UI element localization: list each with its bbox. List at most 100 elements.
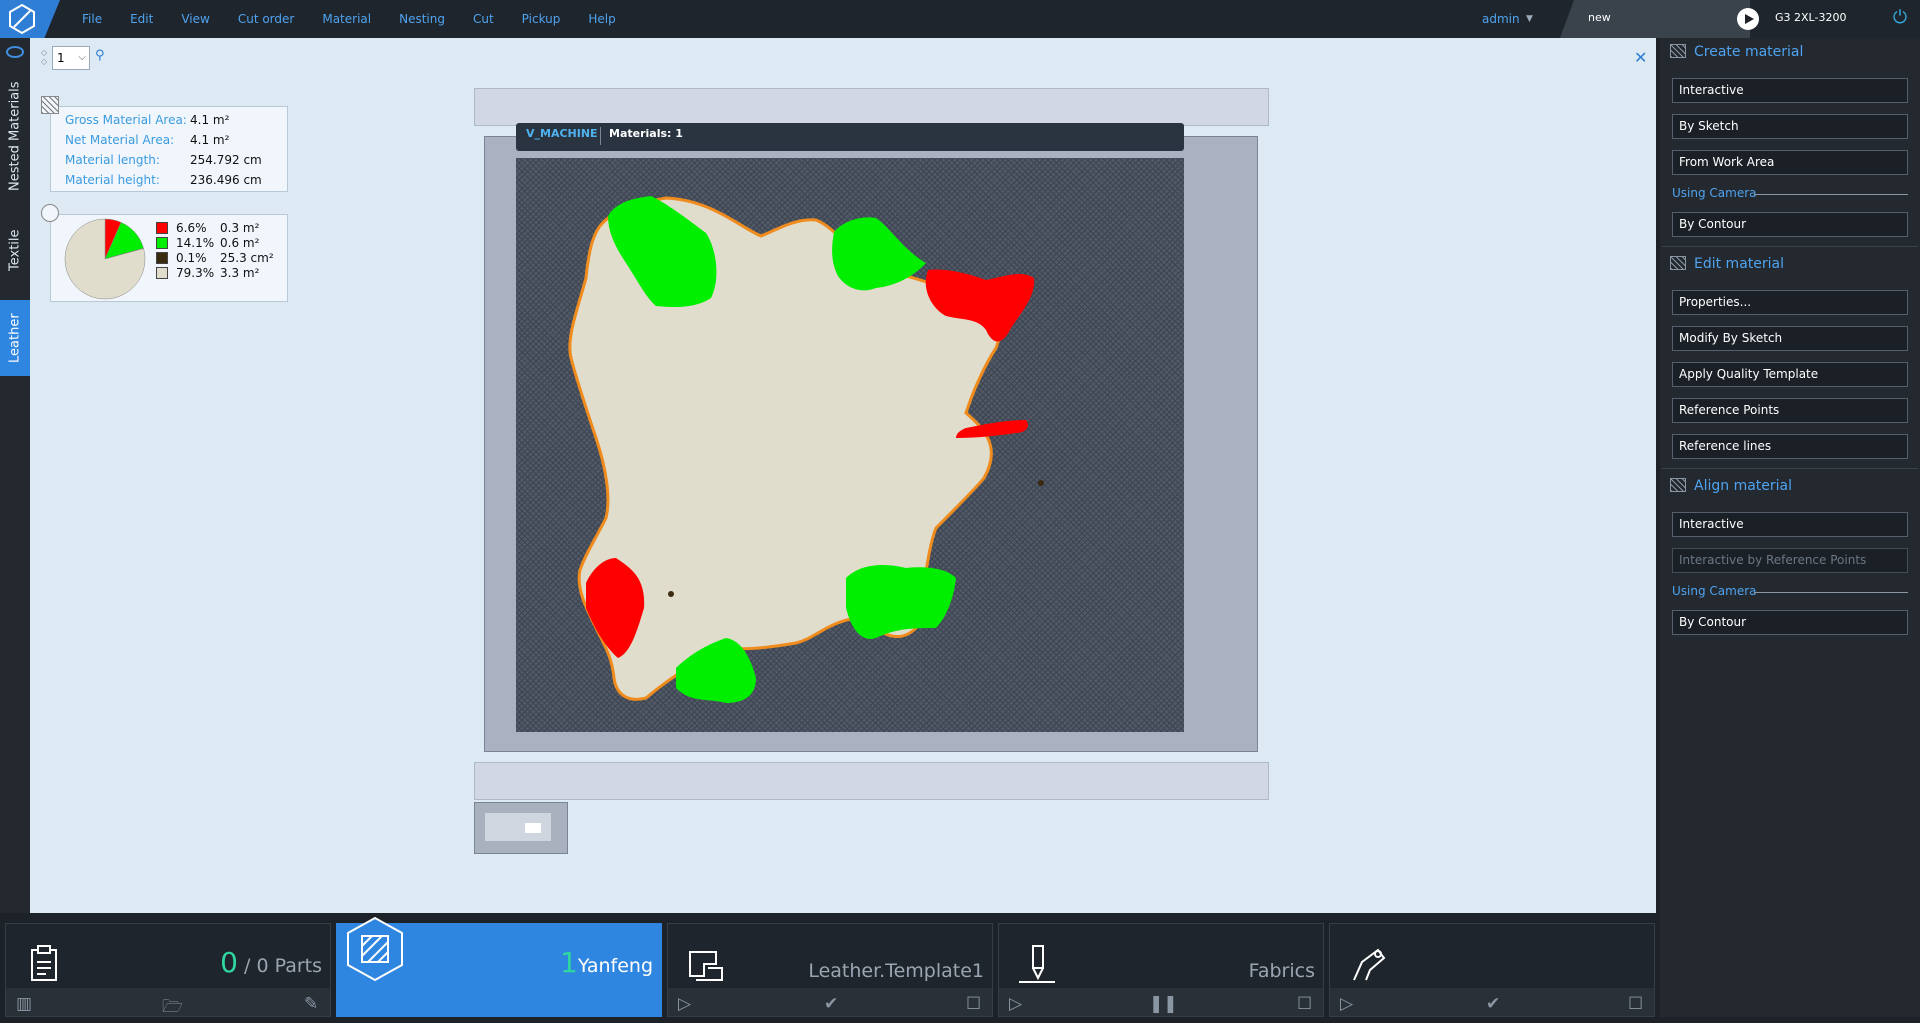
- create-from-work-area-button[interactable]: From Work Area: [1672, 150, 1908, 175]
- align-interactive-button[interactable]: Interactive: [1672, 512, 1908, 537]
- close-icon[interactable]: ✕: [1634, 48, 1647, 67]
- pickup-card[interactable]: ▷ ✔ ☐: [1329, 923, 1655, 1017]
- legend-row: 0.1% 25.3 cm²: [156, 251, 274, 265]
- defect-mark: [668, 591, 674, 597]
- reference-points-button[interactable]: Reference Points: [1672, 398, 1908, 423]
- nesting-template-icon: [689, 951, 723, 981]
- align-camera-section: Using Camera: [1672, 584, 1908, 598]
- create-material-header[interactable]: Create material: [1670, 44, 1803, 60]
- menu-material[interactable]: Material: [322, 12, 371, 26]
- material-info-panel: Gross Material Area: 4.1 m² Net Material …: [50, 106, 288, 192]
- spinner-arrows-icon[interactable]: ◇ ◇: [41, 48, 47, 66]
- clipboard-icon: [31, 945, 57, 981]
- overview-thumbnail[interactable]: [474, 802, 568, 854]
- tab-nested-materials[interactable]: Nested Materials: [0, 76, 30, 196]
- material-index-select[interactable]: 1 ⌵: [52, 46, 90, 70]
- menu-file[interactable]: File: [82, 12, 102, 26]
- barcode-icon[interactable]: ▥: [16, 994, 32, 1014]
- play-icon[interactable]: ▷: [678, 994, 691, 1014]
- material-card[interactable]: 1Yanfeng: [336, 916, 662, 1017]
- menu-help[interactable]: Help: [588, 12, 615, 26]
- material-hex-icon: [347, 916, 403, 982]
- parts-card[interactable]: 0 / 0 Parts ▥ 🗁 ✎: [5, 923, 331, 1017]
- menu-edit[interactable]: Edit: [130, 12, 153, 26]
- cut-actions: ▷ ❚❚ ☐: [999, 988, 1323, 1016]
- divider: [1754, 592, 1908, 593]
- left-tab-bar: Nested Materials Textile Leather: [0, 38, 30, 913]
- edit-material-header[interactable]: Edit material: [1670, 256, 1784, 272]
- tab-textile[interactable]: Textile: [0, 204, 30, 296]
- nesting-actions: ▷ ✔ ☐: [668, 988, 992, 1016]
- material-actions: [337, 988, 661, 1016]
- stop-icon[interactable]: ☐: [966, 994, 981, 1014]
- eye-icon[interactable]: [6, 46, 24, 58]
- legend-row: 79.3% 3.3 m²: [156, 266, 259, 280]
- defect-mark: [1038, 480, 1044, 486]
- top-feed-bar: [474, 88, 1269, 126]
- align-by-reference-points-button[interactable]: Interactive by Reference Points: [1672, 548, 1908, 573]
- legend-swatch: [156, 267, 168, 279]
- machine-name: G3 2XL-3200: [1775, 11, 1847, 24]
- cut-card[interactable]: Fabrics ▷ ❚❚ ☐: [998, 923, 1324, 1017]
- info-row-length: Material length: 254.792 cm: [65, 153, 262, 167]
- pause-icon[interactable]: ❚❚: [1149, 994, 1178, 1014]
- menu-nesting[interactable]: Nesting: [399, 12, 445, 26]
- user-menu[interactable]: admin: [1482, 12, 1520, 26]
- apply-quality-template-button[interactable]: Apply Quality Template: [1672, 362, 1908, 387]
- right-panel: Create material Interactive By Sketch Fr…: [1660, 38, 1920, 1017]
- hatch-icon[interactable]: [41, 96, 59, 114]
- work-area-header: V_MACHINE Materials: 1: [516, 123, 1184, 151]
- play-icon[interactable]: ▷: [1009, 994, 1022, 1014]
- cutter-icon: [1019, 945, 1055, 983]
- wand-icon[interactable]: ✎: [304, 994, 318, 1014]
- stop-icon[interactable]: ☐: [1297, 994, 1312, 1014]
- work-area[interactable]: [516, 158, 1184, 732]
- machine-label: V_MACHINE: [526, 127, 598, 140]
- stop-icon[interactable]: ☐: [1628, 994, 1643, 1014]
- create-camera-section: Using Camera: [1672, 186, 1908, 200]
- fabrics-name: Fabrics: [1248, 960, 1315, 982]
- create-interactive-button[interactable]: Interactive: [1672, 78, 1908, 103]
- parts-summary: 0 / 0 Parts: [220, 946, 322, 979]
- legend-swatch: [156, 252, 168, 264]
- align-by-contour-button[interactable]: By Contour: [1672, 610, 1908, 635]
- create-by-contour-button[interactable]: By Contour: [1672, 212, 1908, 237]
- menu-cut[interactable]: Cut: [473, 12, 494, 26]
- menu-cut-order[interactable]: Cut order: [238, 12, 295, 26]
- info-row-height: Material height: 236.496 cm: [65, 173, 262, 187]
- menu-view[interactable]: View: [181, 12, 209, 26]
- nesting-card[interactable]: Leather.Template1 ▷ ✔ ☐: [667, 923, 993, 1017]
- leather-hide[interactable]: [516, 158, 1184, 732]
- job-name-box[interactable]: new: [1560, 0, 1750, 38]
- clock-icon[interactable]: [41, 204, 59, 222]
- magic-wand-icon[interactable]: ⚲: [95, 48, 105, 63]
- parts-actions: ▥ 🗁 ✎: [6, 988, 330, 1017]
- legend-swatch: [156, 237, 168, 249]
- properties-button[interactable]: Properties...: [1672, 290, 1908, 315]
- power-icon[interactable]: ⏻: [1890, 8, 1910, 28]
- folder-open-icon[interactable]: 🗁: [162, 994, 183, 1023]
- info-row-gross: Gross Material Area: 4.1 m²: [65, 113, 230, 127]
- check-icon[interactable]: ✔: [1486, 994, 1500, 1014]
- divider: [1754, 194, 1908, 195]
- robot-arm-icon: [1353, 948, 1386, 981]
- divider: [1662, 246, 1918, 247]
- modify-by-sketch-button[interactable]: Modify By Sketch: [1672, 326, 1908, 351]
- check-icon[interactable]: ✔: [824, 994, 838, 1014]
- menu-pickup[interactable]: Pickup: [522, 12, 561, 26]
- divider: [1662, 468, 1918, 469]
- material-count: 1: [560, 946, 578, 979]
- materials-count-label: Materials: 1: [609, 127, 683, 140]
- material-icon: [1670, 44, 1686, 58]
- play-icon[interactable]: ▷: [1340, 994, 1353, 1014]
- tab-leather[interactable]: Leather: [0, 300, 30, 376]
- play-icon[interactable]: [1737, 8, 1759, 30]
- reference-lines-button[interactable]: Reference lines: [1672, 434, 1908, 459]
- create-by-sketch-button[interactable]: By Sketch: [1672, 114, 1908, 139]
- align-material-header[interactable]: Align material: [1670, 478, 1792, 494]
- material-name: Yanfeng: [577, 955, 653, 977]
- thumbnail-viewport[interactable]: [525, 823, 541, 833]
- chevron-down-icon[interactable]: ▼: [1526, 14, 1533, 24]
- material-summary: 1Yanfeng: [560, 946, 653, 979]
- job-name: new: [1588, 11, 1611, 24]
